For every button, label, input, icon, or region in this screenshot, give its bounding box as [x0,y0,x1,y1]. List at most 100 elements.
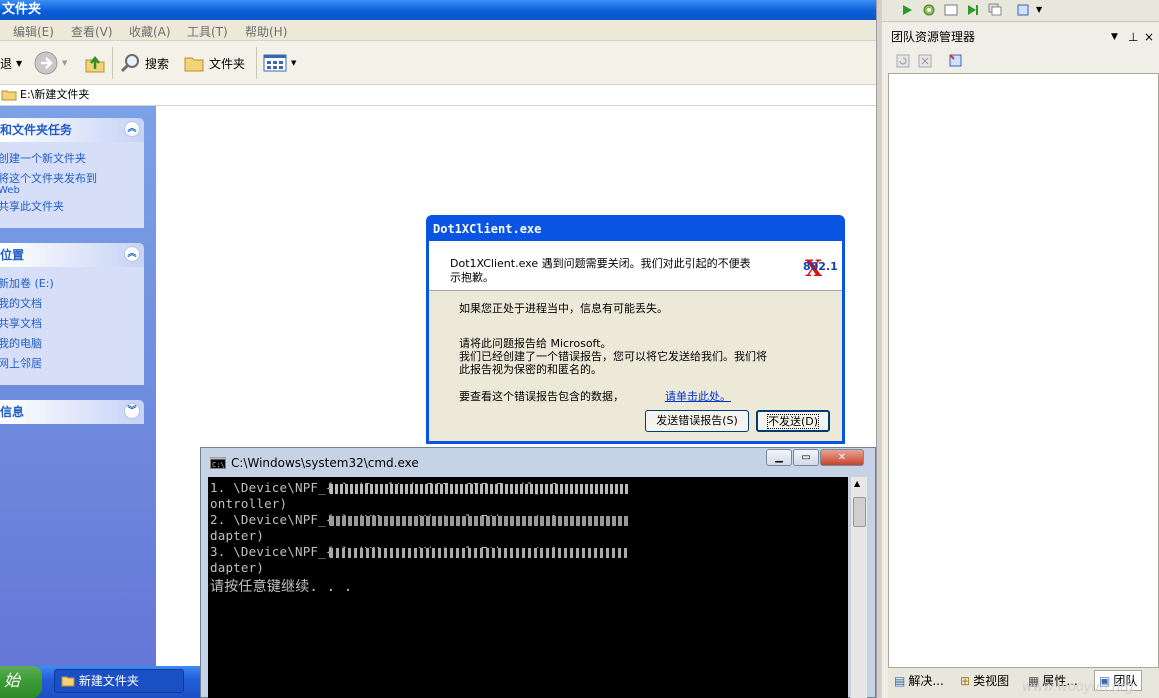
explorer-title-bar[interactable]: 文件夹 [0,0,876,20]
logo-text: 802.1 [803,260,838,273]
ide-toolbar: ▼ [882,0,1159,22]
app-logo-icon: X 802.1 [803,253,838,283]
toolbar-separator [256,47,257,79]
cmd-title: C:\Windows\system32\cmd.exe [231,456,419,470]
place-link-volume-e[interactable]: 新加卷 (E:) [0,277,54,290]
minimize-icon: ▁ [775,452,783,463]
up-folder-button[interactable] [84,51,106,75]
folders-button[interactable]: 文件夹 [183,51,245,75]
other-places-header[interactable]: 位置 ︽ [0,243,144,267]
close-icon[interactable]: × [1144,28,1154,46]
toolbar-separator [112,47,113,79]
address-bar[interactable]: E:\新建文件夹 [0,85,876,106]
menu-tools[interactable]: 工具(T) [187,23,228,40]
address-path: E:\新建文件夹 [20,88,90,101]
info-report-line1: 请将此问题报告给 Microsoft。 [459,337,612,350]
cmd-scrollbar[interactable]: ▲ [850,477,867,698]
error-dialog-header: Dot1XClient.exe 遇到问题需要关闭。我们对此引起的不便表 示抱歉。… [429,241,842,291]
folder-tasks-body: 创建一个新文件夹 将这个文件夹发布到 Web 共享此文件夹 [0,142,144,228]
menu-help[interactable]: 帮助(H) [245,23,287,40]
menu-view[interactable]: 查看(V) [71,23,113,40]
search-label: 搜索 [145,56,170,71]
tab-class-view[interactable]: ⊞ 类视图 [960,672,1009,689]
view-report-link[interactable]: 请单击此处。 [665,390,731,403]
info-data-loss: 如果您正处于进程当中，信息有可能丢失。 [459,302,668,315]
expand-chevron-icon[interactable]: ︾ [124,403,140,419]
views-dropdown-icon: ▼ [291,59,297,67]
window-icon[interactable] [944,3,958,17]
scroll-thumb[interactable] [853,497,866,527]
cmd-line: dapter) [210,528,265,543]
tab-solution-explorer[interactable]: ▤ 解决... [894,672,944,689]
toolbar-overflow-icon[interactable]: ▼ [1036,5,1042,14]
views-button[interactable]: ▼ [263,51,296,75]
forward-arrow-icon [34,51,58,75]
run-icon[interactable] [900,3,914,17]
search-icon [120,54,139,73]
dont-send-label: 不发送(D) [766,414,820,429]
back-button[interactable]: 退 ▼ [0,51,22,75]
menu-edit[interactable]: 编辑(E) [13,23,54,40]
panel-dropdown-icon[interactable]: ▼ [1111,28,1118,46]
error-message-line1: Dot1XClient.exe 遇到问题需要关闭。我们对此引起的不便表 [450,257,751,270]
watermark: www.wooyun.org [1022,680,1134,695]
add-project-icon[interactable] [948,53,962,67]
folder-icon [184,57,204,72]
menu-favorites[interactable]: 收藏(A) [129,23,171,40]
window-splitter[interactable] [876,0,882,698]
forward-dropdown-icon: ▼ [62,59,68,67]
pin-icon[interactable]: ⊥ [1128,28,1138,46]
place-link-shared-documents[interactable]: 共享文档 [0,317,42,330]
collapse-chevron-icon[interactable]: ︽ [124,121,140,137]
tab-class-view-label: 类视图 [973,674,1010,688]
close-icon: ✕ [837,452,847,463]
refresh-icon[interactable] [896,54,910,68]
minimize-button[interactable]: ▁ [766,449,792,466]
start-button[interactable]: 始 [0,666,42,698]
error-dialog-title: Dot1XClient.exe [433,222,542,236]
taskbar-item-explorer[interactable]: 新建文件夹 [54,669,184,693]
step-icon[interactable] [966,3,980,17]
explorer-task-pane: 和文件夹任务 ︽ 创建一个新文件夹 将这个文件夹发布到 Web 共享此文件夹 位… [0,106,156,698]
redacted-guid [330,516,630,526]
stop-icon[interactable] [918,54,932,68]
place-link-network[interactable]: 网上邻居 [0,357,42,370]
error-message-line2: 示抱歉。 [450,271,494,284]
team-explorer-title-bar: 团队资源管理器 ▼ ⊥ × [888,28,1159,46]
windows-stack-icon[interactable] [988,3,1002,17]
cmd-line: dapter) [210,560,265,575]
task-link-new-folder[interactable]: 创建一个新文件夹 [0,152,86,165]
connect-icon[interactable] [1016,3,1030,17]
task-link-publish-web-cont[interactable]: Web [0,184,20,197]
info-report-line3: 此报告视为保密的和匿名的。 [459,363,602,376]
maximize-icon: ▭ [801,452,811,463]
team-explorer-tree[interactable] [888,73,1159,668]
solution-explorer-icon: ▤ [894,673,906,688]
dont-send-button[interactable]: 不发送(D) [756,410,830,432]
explorer-title: 文件夹 [2,2,42,17]
explorer-toolbar: 退 ▼ ▼ 搜索 文件夹 ▼ [0,41,876,85]
forward-button[interactable]: ▼ [34,51,67,75]
scroll-up-icon[interactable]: ▲ [854,479,860,488]
folder-tasks-header[interactable]: 和文件夹任务 ︽ [0,118,144,142]
place-link-my-computer[interactable]: 我的电脑 [0,337,42,350]
class-view-icon: ⊞ [960,673,971,688]
details-header[interactable]: 信息 ︾ [0,400,144,424]
place-link-my-documents[interactable]: 我的文档 [0,297,42,310]
close-button[interactable]: ✕ [820,449,864,466]
cmd-icon: C:\ [210,457,226,469]
task-link-share[interactable]: 共享此文件夹 [0,200,64,213]
collapse-chevron-icon[interactable]: ︽ [124,246,140,262]
folders-label: 文件夹 [209,56,246,71]
svg-text:C:\: C:\ [212,461,225,469]
cmd-prompt-line: 请按任意键继续. . . [210,579,353,595]
search-button[interactable]: 搜索 [119,51,169,75]
dropdown-arrow-icon: ▼ [16,58,23,68]
other-places-title: 位置 [0,248,25,262]
build-gear-icon[interactable] [922,3,936,17]
send-report-label: 发送错误报告(S) [656,414,738,427]
tab-solution-label: 解决... [908,674,944,688]
details-title: 信息 [0,405,25,419]
send-report-button[interactable]: 发送错误报告(S) [645,410,749,432]
maximize-button[interactable]: ▭ [793,449,819,466]
